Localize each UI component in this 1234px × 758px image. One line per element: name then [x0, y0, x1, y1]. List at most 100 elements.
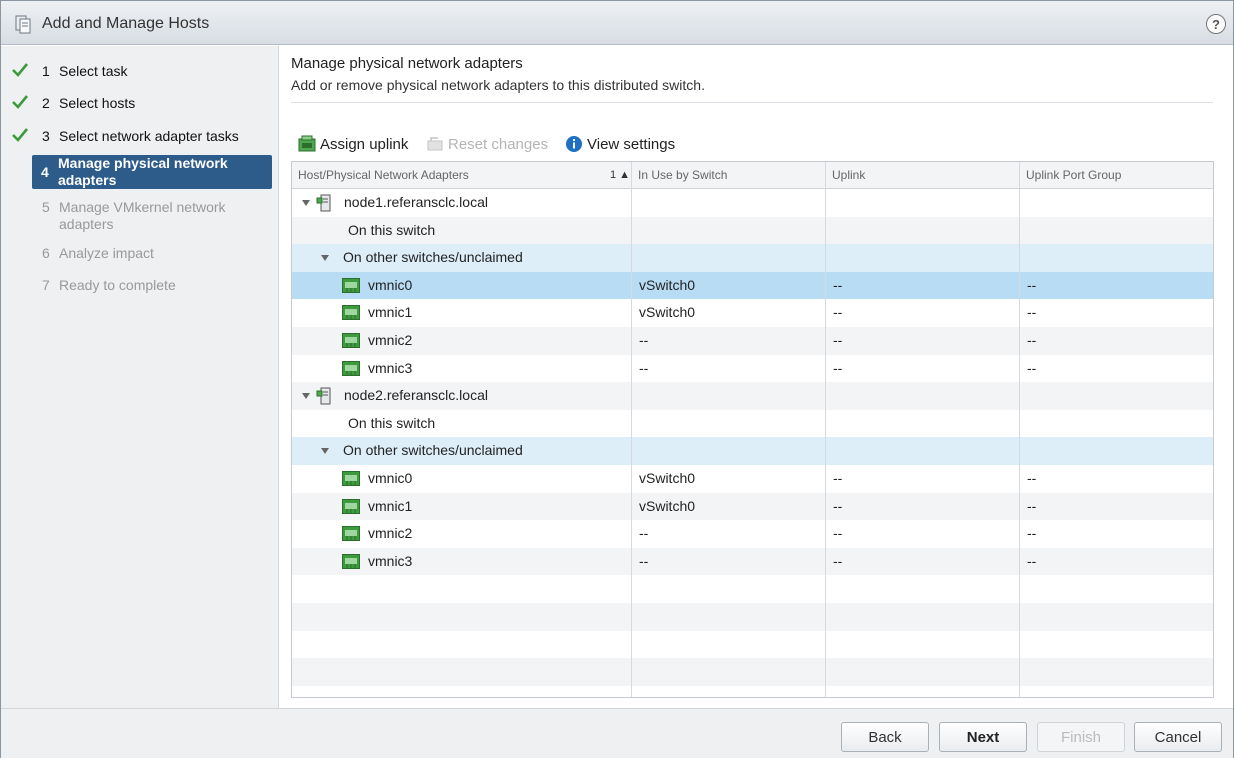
- in-use-by-switch-value: --: [639, 332, 649, 348]
- host-row[interactable]: node2.referansclc.local: [292, 382, 1213, 410]
- in-use-by-switch-value: vSwitch0: [639, 497, 696, 514]
- host-icon: [316, 387, 331, 405]
- title-bar: Add and Manage Hosts ?: [1, 1, 1233, 45]
- reset-changes-icon: [427, 137, 443, 151]
- finish-button[interactable]: Finish: [1037, 722, 1125, 752]
- info-icon: [566, 136, 582, 152]
- assign-uplink-button[interactable]: Assign uplink: [298, 135, 408, 153]
- step-label: Select hosts: [59, 95, 136, 111]
- uplink-port-group-value: --: [1027, 525, 1037, 542]
- wizard-footer: Back Next Finish Cancel: [1, 708, 1233, 758]
- step-number: 7: [42, 277, 50, 293]
- grid-header: Host/Physical Network Adapters 1 ▲ In Us…: [292, 162, 1213, 189]
- uplink-port-group-value: --: [1027, 497, 1037, 514]
- reset-changes-button[interactable]: Reset changes: [426, 135, 548, 153]
- column-header-label: Host/Physical Network Adapters: [298, 168, 469, 182]
- in-use-by-switch-value: --: [639, 552, 649, 569]
- section-row[interactable]: On other switches/unclaimed: [292, 437, 1213, 465]
- adapter-name: vmnic0: [368, 276, 413, 293]
- column-header-in-use-by-switch[interactable]: In Use by Switch: [632, 162, 826, 189]
- view-settings-label: View settings: [587, 135, 676, 153]
- host-icon: [316, 194, 331, 212]
- in-use-by-switch-value: --: [639, 525, 649, 542]
- uplink-port-group-value: --: [1027, 359, 1037, 376]
- adapter-row[interactable]: vmnic0 vSwitch0 -- --: [292, 465, 1213, 493]
- step-number: 6: [42, 245, 50, 261]
- cancel-button[interactable]: Cancel: [1134, 722, 1222, 752]
- network-adapter-icon: [342, 471, 360, 486]
- section-row[interactable]: On other switches/unclaimed: [292, 244, 1213, 272]
- column-header-host-adapters[interactable]: Host/Physical Network Adapters 1 ▲: [292, 162, 632, 189]
- column-divider: [825, 162, 826, 697]
- section-label: On other switches/unclaimed: [343, 442, 523, 459]
- step-number: 4: [41, 164, 49, 180]
- step-label: Ready to complete: [59, 277, 176, 293]
- section-label: On this switch: [348, 221, 436, 238]
- uplink-value: --: [833, 276, 843, 293]
- uplink-value: --: [833, 552, 843, 569]
- column-divider: [631, 162, 632, 697]
- header-divider: [291, 102, 1213, 103]
- view-settings-button[interactable]: View settings: [565, 135, 675, 153]
- check-icon: [12, 128, 29, 142]
- section-row[interactable]: On this switch: [292, 410, 1213, 438]
- section-label: On this switch: [348, 414, 436, 431]
- network-adapter-icon: [342, 333, 360, 348]
- collapse-arrow-icon[interactable]: [302, 393, 310, 400]
- adapter-row[interactable]: vmnic1 vSwitch0 -- --: [292, 299, 1213, 327]
- adapter-row[interactable]: vmnic1 vSwitch0 -- --: [292, 492, 1213, 521]
- adapter-row[interactable]: vmnic2 -- -- --: [292, 520, 1213, 548]
- collapse-arrow-icon[interactable]: [321, 448, 329, 455]
- empty-row: [292, 658, 1213, 686]
- uplink-port-group-value: --: [1027, 332, 1037, 348]
- step-number: 1: [42, 63, 50, 79]
- page-description: Add or remove physical network adapters …: [291, 77, 705, 93]
- help-button[interactable]: ?: [1206, 14, 1226, 34]
- uplink-value: --: [833, 470, 843, 486]
- assign-uplink-label: Assign uplink: [320, 135, 409, 153]
- step-label: Analyze impact: [59, 245, 154, 261]
- sort-indicator: 1 ▲: [610, 169, 631, 181]
- dialog-title: Add and Manage Hosts: [42, 15, 210, 32]
- adapter-row[interactable]: vmnic2 -- -- --: [292, 327, 1213, 355]
- check-icon: [12, 63, 29, 77]
- page-title: Manage physical network adapters: [291, 55, 523, 72]
- network-adapter-icon: [342, 498, 360, 514]
- section-row[interactable]: On this switch: [292, 216, 1213, 245]
- host-row[interactable]: node1.referansclc.local: [292, 189, 1213, 217]
- column-divider: [1019, 162, 1020, 697]
- back-button[interactable]: Back: [841, 722, 929, 752]
- adapters-grid: Host/Physical Network Adapters 1 ▲ In Us…: [291, 161, 1214, 698]
- uplink-value: --: [833, 359, 843, 376]
- reset-changes-label: Reset changes: [448, 135, 549, 153]
- host-name: node2.referansclc.local: [344, 387, 488, 404]
- uplink-value: --: [833, 525, 843, 542]
- collapse-arrow-icon[interactable]: [321, 255, 329, 262]
- adapter-name: vmnic0: [368, 470, 413, 486]
- next-button[interactable]: Next: [939, 722, 1027, 752]
- adapter-row[interactable]: vmnic3 -- -- --: [292, 547, 1213, 576]
- hosts-wizard-icon: [15, 15, 31, 34]
- uplink-port-group-value: --: [1027, 552, 1037, 569]
- in-use-by-switch-value: --: [639, 359, 649, 376]
- in-use-by-switch-value: vSwitch0: [639, 304, 696, 321]
- step-manage-physical-network-adapters[interactable]: 4 Manage physical network adapters: [32, 155, 272, 189]
- collapse-arrow-icon[interactable]: [302, 200, 310, 206]
- column-header-uplink-port-group[interactable]: Uplink Port Group: [1020, 162, 1213, 189]
- column-header-uplink[interactable]: Uplink: [826, 162, 1020, 189]
- network-adapter-icon: [342, 553, 360, 569]
- uplink-port-group-value: --: [1027, 470, 1037, 486]
- adapter-row[interactable]: vmnic0 vSwitch0 -- --: [292, 271, 1213, 300]
- adapter-row[interactable]: vmnic3 -- -- --: [292, 355, 1213, 383]
- network-adapter-icon: [342, 305, 360, 321]
- adapter-name: vmnic2: [368, 332, 413, 348]
- uplink-port-group-value: --: [1027, 304, 1037, 321]
- empty-row: [292, 631, 1213, 659]
- assign-uplink-icon: [298, 135, 316, 152]
- network-adapter-icon: [342, 277, 360, 293]
- wizard-steps-sidebar: 1 Select task 2 Select hosts 3 Select ne…: [1, 46, 279, 708]
- uplink-value: --: [833, 304, 843, 321]
- in-use-by-switch-value: vSwitch0: [639, 470, 696, 486]
- adapter-name: vmnic1: [368, 497, 413, 514]
- check-icon: [12, 95, 29, 109]
